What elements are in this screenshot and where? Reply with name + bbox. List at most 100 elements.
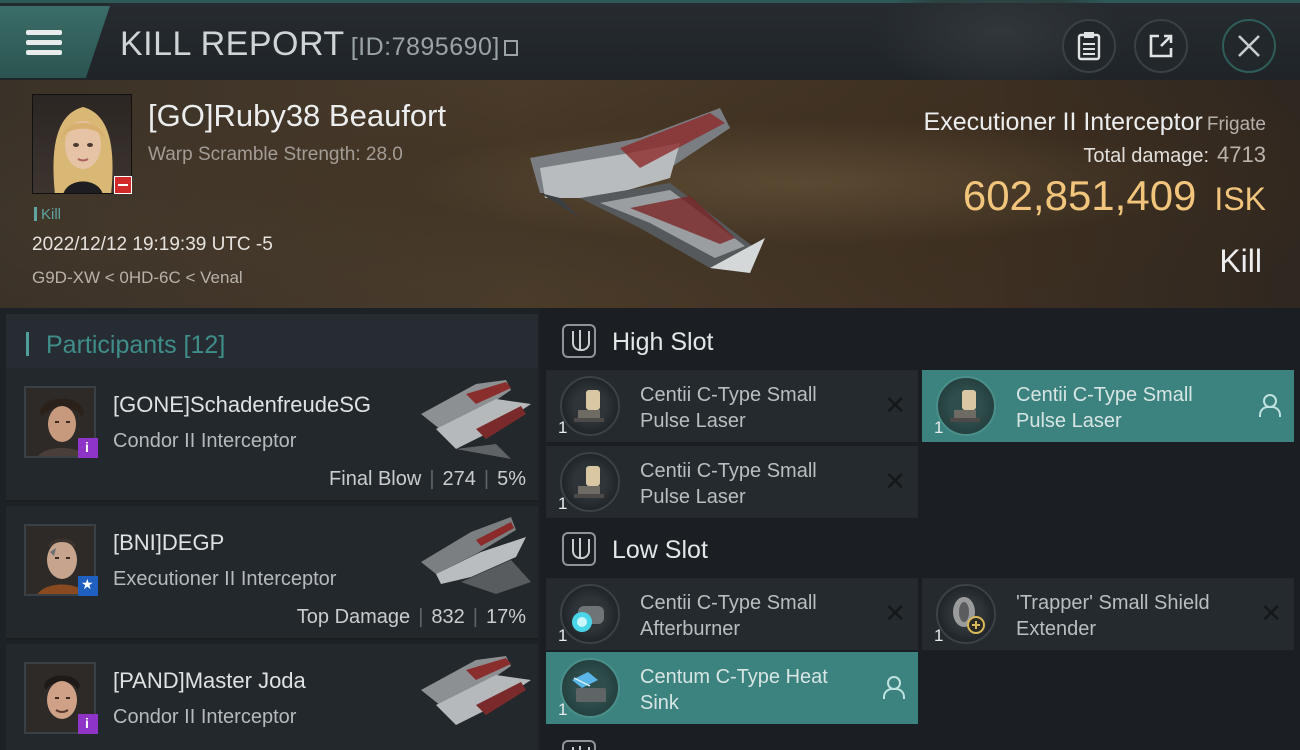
module-name: 'Trapper' Small Shield Extender — [1016, 592, 1210, 640]
high-slot-icon — [562, 324, 596, 358]
participant-row[interactable]: [BNI]DEGP Executioner II Interceptor Top… — [6, 506, 538, 640]
corp-badge-icon — [114, 176, 132, 194]
participant-row[interactable]: [PAND]Master Joda Condor II Interceptor — [6, 644, 538, 750]
victim-name[interactable]: [GO]Ruby38 Beaufort — [148, 98, 446, 134]
module-quantity: 1 — [558, 700, 568, 719]
fitting-panel: High Slot 1 Centii C-Type Small Pulse La… — [540, 308, 1300, 750]
victim-ship-class: Frigate — [1206, 114, 1266, 135]
destroyed-icon: ✕ — [1260, 598, 1282, 628]
hamburger-icon — [26, 30, 62, 56]
destroyed-icon: ✕ — [884, 390, 906, 420]
victim-ship-name: Executioner II Interceptor Frigate — [924, 108, 1266, 137]
participant-row[interactable]: [GONE]SchadenfreudeSG Condor II Intercep… — [6, 368, 538, 502]
kill-result: Kill — [1219, 243, 1262, 279]
stats-divider: | — [472, 606, 478, 628]
participant-name: [PAND]Master Joda — [113, 668, 306, 693]
module-quantity: 1 — [934, 626, 944, 645]
low-slot-header: Low Slot — [546, 520, 1300, 578]
participant-damage: 832 — [431, 606, 465, 628]
victim-ship-image[interactable] — [520, 98, 770, 273]
close-icon — [1238, 35, 1260, 57]
module-item[interactable]: 1 Centii C-Type Small Pulse Laser ✕ — [546, 446, 918, 518]
kill-tag: Kill — [34, 206, 61, 223]
module-quantity: 1 — [558, 494, 568, 513]
module-name: Centii C-Type Small Afterburner — [640, 592, 817, 640]
module-name: Centii C-Type Small Pulse Laser — [1016, 384, 1193, 432]
participant-ship-image — [421, 517, 531, 594]
victim-summary: [GO]Ruby38 Beaufort Warp Scramble Streng… — [0, 80, 1300, 308]
corp-badge-icon — [78, 714, 98, 734]
page-title: KILL REPORT [ID:7895690] — [120, 25, 518, 64]
isk-value: 602,851,409 ISK — [963, 172, 1266, 220]
laser-turret-icon — [950, 390, 980, 422]
participant-stats: Top Damage | 832 | 17% — [297, 606, 526, 629]
module-item[interactable]: 1 'Trapper' Small Shield Extender ✕ — [922, 578, 1294, 650]
participants-header[interactable]: Participants [12] — [6, 314, 538, 372]
high-slot-title: High Slot — [612, 328, 714, 356]
module-item[interactable]: 1 Centii C-Type Small Afterburner ✕ — [546, 578, 918, 650]
low-slot-title: Low Slot — [612, 536, 708, 564]
copy-icon[interactable] — [503, 40, 518, 56]
clipboard-icon — [1077, 32, 1101, 61]
stats-divider: | — [429, 468, 435, 490]
menu-button[interactable] — [0, 6, 110, 78]
afterburner-icon — [572, 606, 604, 632]
participant-ship-image — [421, 380, 531, 459]
person-icon — [882, 676, 905, 699]
participant-damage: 274 — [442, 468, 476, 490]
victim-ship-type[interactable]: Executioner II Interceptor — [924, 108, 1203, 136]
total-damage-value: 4713 — [1217, 142, 1266, 167]
participant-ship: Condor II Interceptor — [113, 430, 297, 452]
participants-label: Participants [12] — [46, 331, 226, 359]
module-name: Centii C-Type Small Pulse Laser — [640, 460, 817, 508]
module-quantity: 1 — [934, 418, 944, 437]
module-quantity: 1 — [558, 626, 568, 645]
laser-turret-icon — [574, 390, 604, 422]
heat-sink-icon — [572, 672, 606, 702]
next-slot-icon — [562, 740, 596, 750]
participant-role: Final Blow — [329, 468, 422, 490]
module-name: Centum C-Type Heat Sink — [640, 666, 828, 714]
top-bar: KILL REPORT [ID:7895690] — [0, 0, 1300, 93]
module-item[interactable]: 1 Centii C-Type Small Pulse Laser — [922, 370, 1294, 442]
participant-ship-image — [421, 656, 531, 725]
next-slot-header — [546, 728, 1300, 750]
total-damage-label: Total damage: — [1083, 145, 1210, 167]
share-button[interactable] — [1134, 19, 1188, 73]
header-accent — [26, 332, 29, 356]
participant-ship: Condor II Interceptor — [113, 706, 297, 728]
page-title-text: KILL REPORT — [120, 25, 345, 63]
stats-divider: | — [418, 606, 424, 628]
isk-amount: 602,851,409 — [962, 172, 1197, 219]
module-name: Centii C-Type Small Pulse Laser — [640, 384, 817, 432]
stats-divider: | — [483, 468, 490, 490]
close-button[interactable] — [1222, 19, 1276, 73]
high-slot-header: High Slot — [546, 312, 1300, 370]
kill-datetime: 2022/12/12 19:19:39 UTC -5 — [32, 234, 273, 255]
participant-percent: 17% — [485, 606, 526, 628]
clipboard-button[interactable] — [1062, 19, 1116, 73]
total-damage: Total damage: 4713 — [1083, 142, 1266, 168]
report-id: [ID:7895690] — [350, 33, 500, 61]
shield-extender-icon — [953, 597, 985, 634]
share-icon — [1149, 34, 1173, 58]
laser-turret-icon — [574, 466, 604, 498]
isk-unit: ISK — [1214, 181, 1266, 217]
module-quantity: 1 — [558, 418, 568, 437]
module-item[interactable]: 1 Centii C-Type Small Pulse Laser ✕ — [546, 370, 918, 442]
person-icon — [1258, 394, 1281, 417]
participant-percent: 5% — [497, 468, 526, 490]
destroyed-icon: ✕ — [884, 466, 906, 496]
destroyed-icon: ✕ — [884, 598, 906, 628]
corp-badge-icon — [78, 438, 98, 458]
participant-name: [GONE]SchadenfreudeSG — [113, 392, 372, 417]
participants-panel: Participants [12] [GONE]SchadenfreudeSG … — [0, 308, 540, 750]
participant-ship: Executioner II Interceptor — [113, 568, 337, 590]
warp-scramble-strength: Warp Scramble Strength: 28.0 — [148, 144, 403, 165]
participant-stats: Final Blow | 274 | 5% — [329, 468, 526, 491]
corp-badge-icon — [78, 576, 98, 596]
module-item[interactable]: 1 Centum C-Type Heat Sink — [546, 652, 918, 724]
kill-location[interactable]: G9D-XW < 0HD-6C < Venal — [32, 268, 243, 288]
low-slot-icon — [562, 532, 596, 566]
participant-role: Top Damage — [296, 606, 411, 628]
